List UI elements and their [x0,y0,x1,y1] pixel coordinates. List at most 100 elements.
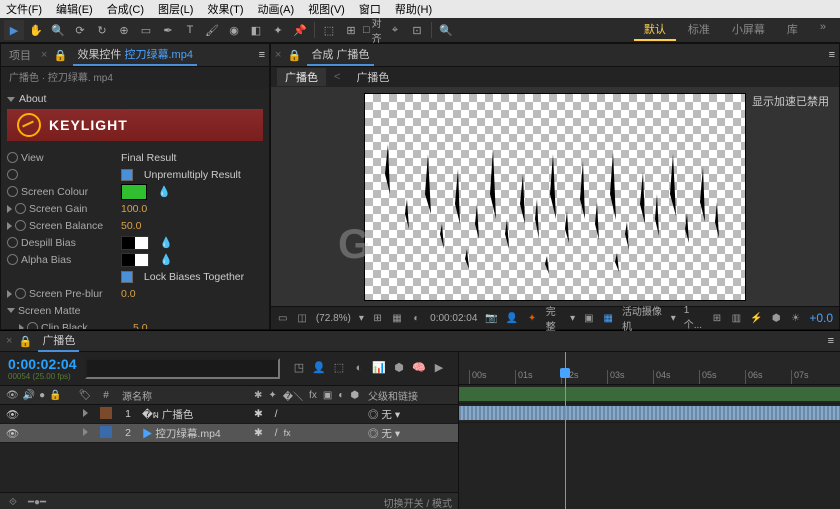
lock-icon[interactable]: 🔒 [53,48,67,62]
snap-toggle[interactable]: □ 对齐 [363,20,383,40]
eye-header-icon[interactable]: 👁 [6,390,19,401]
puppet-tool[interactable]: 📌 [290,20,310,40]
layer-row-1[interactable]: 👁 1 �ผ 广播色 ✱ / ◎ 无 ▾ [0,405,458,424]
snap-icon[interactable]: ⌖ [385,20,405,40]
panel-menu-icon[interactable]: ≡ [828,335,834,347]
view-dropdown[interactable]: Final Result [121,152,176,164]
motion-blur-icon[interactable]: ◐ [352,361,366,375]
workspace-more[interactable]: » [810,19,836,41]
hand-tool[interactable]: ✋ [26,20,46,40]
workspace-small[interactable]: 小屏幕 [722,19,775,41]
selection-tool[interactable]: ▶ [4,20,24,40]
effect-header[interactable]: About [7,93,263,105]
lock-icon[interactable]: 🔒 [287,48,301,62]
menu-file[interactable]: 文件(F) [6,1,42,17]
tab-project[interactable]: 项目 [5,45,35,65]
viewer-timecode[interactable]: 0:00:02:04 [430,313,477,324]
preblur-value[interactable]: 0.0 [121,288,136,300]
brush-tool[interactable]: 🖌 [202,20,222,40]
eraser-tool[interactable]: ◧ [246,20,266,40]
show-snapshot-icon[interactable]: 👤 [506,311,518,325]
display-icon[interactable]: ▭ [277,311,288,325]
pixel-aspect-icon[interactable]: ▥ [731,311,742,325]
exposure-value[interactable]: +0.0 [809,311,833,325]
tab-effect-controls[interactable]: 效果控件 控刀绿幕.mp4 [73,44,197,66]
draft3d-icon[interactable]: ⬢ [392,361,406,375]
menu-view[interactable]: 视图(V) [308,1,345,17]
comp-viewer[interactable]: 显示加速已禁用 [271,87,839,306]
hide-shy-icon[interactable]: 👤 [312,361,326,375]
resolution-icon[interactable]: ⊞ [372,311,383,325]
eyedropper-icon[interactable]: 💧 [160,236,174,250]
snapshot-icon[interactable]: 📷 [485,311,497,325]
transparency-icon[interactable]: ▦ [603,311,614,325]
menu-comp[interactable]: 合成(C) [107,1,144,17]
render-icon[interactable]: ▶ [432,361,446,375]
roto-tool[interactable]: ✦ [268,20,288,40]
layer1-clip[interactable] [459,387,840,401]
lock-biases-checkbox[interactable] [121,271,133,283]
menu-effect[interactable]: 效果(T) [207,1,243,17]
zoom-slider-icon[interactable]: ━●━ [30,495,44,509]
eyedropper-icon[interactable]: 💧 [160,253,174,267]
comp-subtab[interactable]: 广播色 [348,68,397,86]
timeline-tracks[interactable]: 00s 01s 02s 03s 04s 05s 06s 07s [459,352,840,509]
views-dropdown[interactable]: 1个... [684,305,704,331]
text-tool[interactable]: T [180,20,200,40]
alpha-swatch[interactable] [121,253,149,267]
menu-edit[interactable]: 编辑(E) [56,1,93,17]
visibility-toggle[interactable]: 👁 [6,408,18,420]
rect-tool[interactable]: ▭ [136,20,156,40]
tab-composition[interactable]: 合成 广播色 [307,44,373,66]
exposure-icon[interactable]: ☀ [790,311,801,325]
menu-help[interactable]: 帮助(H) [395,1,432,17]
timeline-search[interactable] [85,358,281,379]
pen-tool[interactable]: ✒ [158,20,178,40]
anchor-tool[interactable]: ⊕ [114,20,134,40]
timeline-tab[interactable]: 广播色 [38,330,79,352]
despill-swatch[interactable] [121,236,149,250]
zoom-level[interactable]: (72.8%) [316,313,351,324]
screen-gain-value[interactable]: 100.0 [121,203,147,215]
snap-icon-2[interactable]: ⊡ [407,20,427,40]
toggle-switches-button[interactable]: 切换开关 / 模式 [384,495,452,509]
orbit-tool[interactable]: ⟳ [70,20,90,40]
clip-black-value[interactable]: 5.0 [133,322,148,330]
graph-icon[interactable]: 📊 [372,361,386,375]
current-timecode[interactable]: 0:00:02:04 [8,356,77,372]
workspace-default[interactable]: 默认 [634,19,676,41]
fast-preview-icon[interactable]: ⚡ [750,311,762,325]
comp-subtab-active[interactable]: 广播色 [277,68,326,86]
workspace-standard[interactable]: 标准 [678,19,720,41]
world-axis-icon[interactable]: ⊞ [341,20,361,40]
stamp-tool[interactable]: ◉ [224,20,244,40]
layer2-clip[interactable] [459,406,840,420]
channel-icon[interactable]: ◫ [296,311,307,325]
workspace-lib[interactable]: 库 [777,19,808,41]
layer-row-2[interactable]: 👁 2 ▶ 控刀绿幕.mp4 ✱ / fx ◎ 无 ▾ [0,424,458,443]
color-icon[interactable]: ✦ [526,311,537,325]
view-layout-icon[interactable]: ⊞ [711,311,722,325]
menu-anim[interactable]: 动画(A) [258,1,295,17]
resolution-dropdown[interactable]: 完整 [546,303,562,333]
toggle-switches-icon[interactable]: ⟐ [6,495,20,509]
rotate-tool[interactable]: ↻ [92,20,112,40]
brain-icon[interactable]: 🧠 [412,361,426,375]
time-ruler[interactable]: 00s 01s 02s 03s 04s 05s 06s 07s [459,352,840,385]
eyedropper-icon[interactable]: 💧 [158,185,172,199]
mask-icon[interactable]: ◐ [411,311,422,325]
screen-balance-value[interactable]: 50.0 [121,220,141,232]
zoom-tool[interactable]: 🔍 [48,20,68,40]
3d-icon[interactable]: ⬢ [771,311,782,325]
panel-menu-icon[interactable]: ≡ [829,49,835,61]
visibility-toggle[interactable]: 👁 [6,427,18,439]
playhead[interactable] [565,352,566,509]
comp-mini-icon[interactable]: ◳ [292,361,306,375]
unpremult-checkbox[interactable] [121,169,133,181]
panel-menu-icon[interactable]: ≡ [259,49,265,61]
grid-icon[interactable]: ▦ [391,311,402,325]
camera-dropdown[interactable]: 活动摄像机 [622,303,663,333]
region-icon[interactable]: ▣ [583,311,594,325]
local-axis-icon[interactable]: ⬚ [319,20,339,40]
menu-layer[interactable]: 图层(L) [158,1,193,17]
